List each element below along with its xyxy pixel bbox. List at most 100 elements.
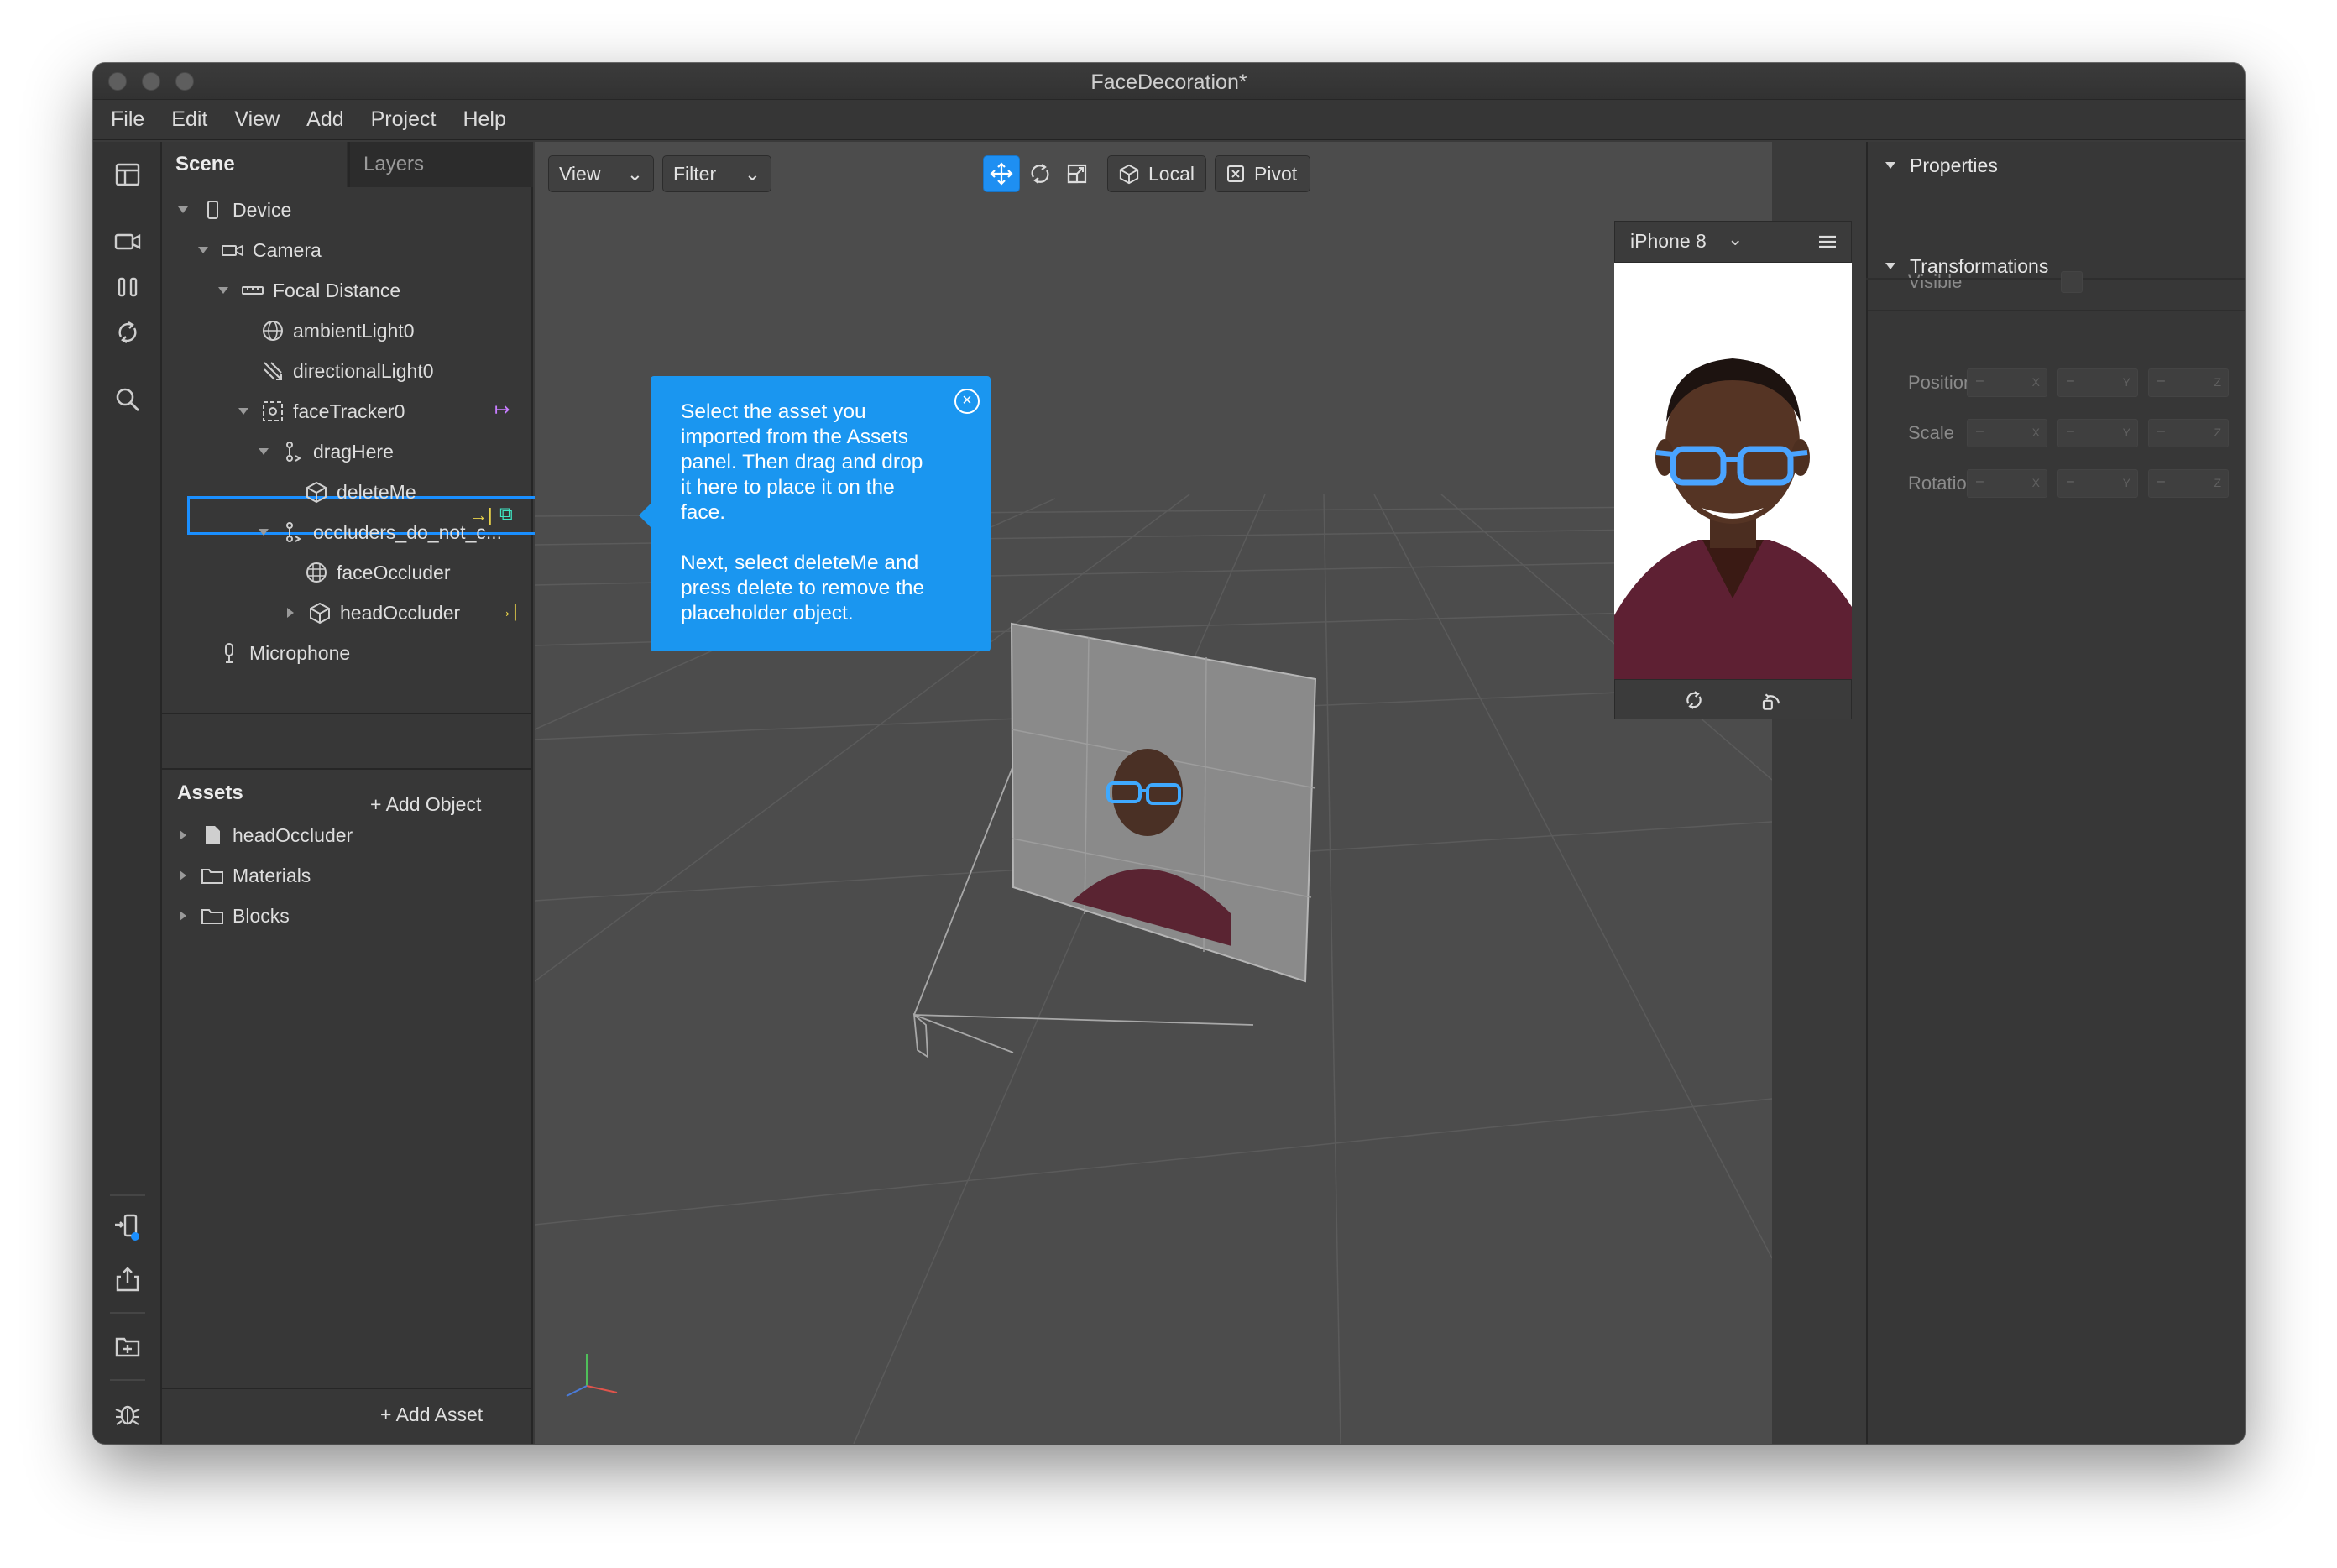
menu-add[interactable]: Add bbox=[306, 107, 343, 132]
folder-icon bbox=[201, 904, 224, 928]
pause-icon[interactable] bbox=[110, 269, 145, 305]
device-select[interactable]: iPhone 8 bbox=[1630, 230, 1707, 253]
chevron-down-icon[interactable] bbox=[197, 244, 209, 256]
add-folder-icon[interactable] bbox=[110, 1329, 145, 1364]
asset-item-head-occluder[interactable]: headOccluder bbox=[177, 815, 353, 855]
view-dropdown-label: View bbox=[559, 162, 601, 185]
chevron-down-icon[interactable]: ⌄ bbox=[1728, 228, 1743, 250]
scale-tool-button[interactable] bbox=[1059, 155, 1095, 192]
layout-icon[interactable] bbox=[110, 157, 145, 192]
tree-item-face-tracker[interactable]: faceTracker0 bbox=[238, 391, 405, 431]
camera-icon bbox=[221, 238, 244, 262]
tree-item-directional-light[interactable]: directionalLight0 bbox=[261, 351, 434, 391]
chevron-down-icon[interactable] bbox=[177, 204, 189, 216]
menu-project[interactable]: Project bbox=[371, 107, 437, 132]
send-to-device-icon[interactable] bbox=[110, 1210, 145, 1245]
field-value: – bbox=[2067, 474, 2074, 489]
menu-file[interactable]: File bbox=[111, 107, 144, 132]
move-tool-button[interactable] bbox=[983, 155, 1020, 192]
axis-label: X bbox=[2031, 476, 2040, 489]
axis-label: Z bbox=[2214, 426, 2221, 439]
tree-item-head-occluder[interactable]: headOccluder bbox=[285, 593, 460, 633]
share-icon[interactable] bbox=[110, 1262, 145, 1297]
local-toggle-button[interactable]: Local bbox=[1107, 155, 1206, 192]
tooltip-line: imported from the Assets bbox=[681, 426, 908, 448]
rotation-z-field[interactable]: – Z bbox=[2148, 469, 2229, 498]
scale-x-field[interactable]: – X bbox=[1967, 419, 2047, 447]
axis-label: Y bbox=[2122, 375, 2130, 389]
chevron-down-icon[interactable] bbox=[258, 446, 269, 457]
position-z-field[interactable]: – Z bbox=[2148, 368, 2229, 397]
tab-scene[interactable]: Scene bbox=[162, 142, 347, 187]
scene-viewport[interactable]: View ⌄ Filter ⌄ Local Pivot bbox=[535, 142, 1772, 1444]
rotate-tool-button[interactable] bbox=[1022, 155, 1059, 192]
tree-item-delete-me[interactable]: deleteMe bbox=[305, 472, 416, 512]
search-icon[interactable] bbox=[110, 382, 145, 417]
tree-item-microphone[interactable]: Microphone bbox=[217, 633, 350, 673]
restart-icon[interactable] bbox=[110, 315, 145, 350]
menu-edit[interactable]: Edit bbox=[171, 107, 207, 132]
tree-item-camera[interactable]: Camera bbox=[197, 230, 322, 270]
menu-help[interactable]: Help bbox=[463, 107, 505, 132]
visible-checkbox[interactable] bbox=[2061, 271, 2083, 293]
field-value: – bbox=[2157, 474, 2165, 489]
position-label: Position bbox=[1908, 372, 1974, 393]
add-asset-button[interactable]: + Add Asset bbox=[380, 1403, 483, 1426]
assets-title: Assets bbox=[177, 781, 243, 804]
menu-icon[interactable] bbox=[1818, 234, 1837, 249]
tree-item-label: headOccluder bbox=[340, 601, 461, 624]
chevron-right-icon[interactable] bbox=[177, 829, 189, 841]
pivot-toggle-button[interactable]: Pivot bbox=[1215, 155, 1310, 192]
menu-view[interactable]: View bbox=[234, 107, 280, 132]
tree-item-label: ambientLight0 bbox=[293, 319, 415, 342]
chevron-down-icon[interactable] bbox=[258, 526, 269, 538]
tree-item-label: dragHere bbox=[313, 440, 394, 463]
bug-icon[interactable] bbox=[110, 1396, 145, 1431]
tree-item-ambient-light[interactable]: ambientLight0 bbox=[261, 311, 415, 351]
filter-dropdown[interactable]: Filter ⌄ bbox=[662, 155, 771, 192]
local-toggle-label: Local bbox=[1148, 162, 1195, 185]
scale-z-field[interactable]: – Z bbox=[2148, 419, 2229, 447]
field-value: – bbox=[2157, 424, 2165, 438]
add-object-label: Add Object bbox=[385, 793, 482, 815]
scale-label: Scale bbox=[1908, 422, 1955, 443]
chevron-right-icon[interactable] bbox=[285, 607, 296, 619]
phone-icon bbox=[201, 198, 224, 222]
toolbar-divider bbox=[110, 1312, 145, 1314]
file-icon bbox=[201, 823, 224, 847]
tree-item-drag-here[interactable]: dragHere bbox=[258, 431, 394, 472]
scale-y-field[interactable]: – Y bbox=[2057, 419, 2138, 447]
properties-section-header[interactable]: Properties bbox=[1868, 142, 2245, 189]
rotate-icon bbox=[1031, 164, 1049, 184]
tab-layers[interactable]: Layers bbox=[348, 142, 533, 187]
view-dropdown[interactable]: View ⌄ bbox=[548, 155, 654, 192]
tree-item-face-occluder[interactable]: faceOccluder bbox=[305, 552, 451, 593]
chevron-down-icon[interactable] bbox=[238, 405, 249, 417]
chevron-down-icon[interactable] bbox=[217, 285, 229, 296]
chevron-right-icon[interactable] bbox=[177, 910, 189, 922]
tree-item-focal-distance[interactable]: Focal Distance bbox=[217, 270, 400, 311]
tree-item-label: Microphone bbox=[249, 641, 351, 664]
rotate-device-icon[interactable] bbox=[1759, 688, 1783, 712]
plus-icon: + bbox=[380, 1403, 396, 1425]
transformations-section-header[interactable]: Transformations bbox=[1868, 243, 2245, 290]
rotation-x-field[interactable]: – X bbox=[1967, 469, 2047, 498]
restart-icon[interactable] bbox=[1682, 688, 1706, 712]
position-y-field[interactable]: – Y bbox=[2057, 368, 2138, 397]
position-x-field[interactable]: – X bbox=[1967, 368, 2047, 397]
section-divider bbox=[1866, 278, 2245, 280]
video-icon[interactable] bbox=[110, 224, 145, 259]
chevron-right-icon[interactable] bbox=[177, 870, 189, 881]
asset-item-materials[interactable]: Materials bbox=[177, 855, 311, 896]
title-bar: FaceDecoration* bbox=[93, 63, 2245, 100]
patch-link-icon[interactable]: ↦ bbox=[494, 399, 510, 421]
tree-item-occluders[interactable]: occluders_do_not_c... bbox=[258, 512, 502, 552]
rotation-y-field[interactable]: – Y bbox=[2057, 469, 2138, 498]
tooltip-close-icon[interactable]: × bbox=[954, 389, 980, 414]
tree-item-device[interactable]: Device bbox=[177, 190, 291, 230]
patch-input-icon[interactable]: →| bbox=[494, 600, 518, 622]
tooltip-paragraph-1: Select the asset you imported from the A… bbox=[681, 400, 960, 525]
asset-item-label: headOccluder bbox=[233, 823, 353, 846]
asset-item-blocks[interactable]: Blocks bbox=[177, 896, 290, 936]
field-value: – bbox=[1976, 424, 1984, 438]
